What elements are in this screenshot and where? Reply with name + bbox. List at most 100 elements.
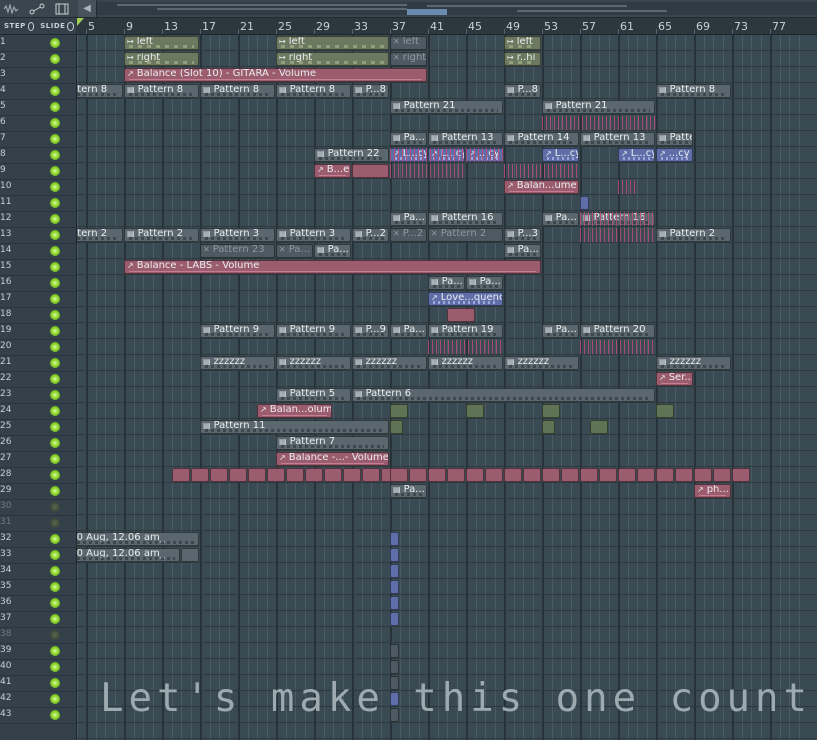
- playlist-clip[interactable]: ▤ P...2: [352, 228, 389, 242]
- playlist-clip[interactable]: ✕ Pattern 2: [428, 228, 503, 242]
- playlist-clip-small[interactable]: [713, 468, 731, 482]
- playlist-clip-small[interactable]: [656, 468, 674, 482]
- track-header[interactable]: 13: [0, 227, 76, 244]
- playlist-clip-small[interactable]: [171, 468, 190, 482]
- track-mute-led[interactable]: [50, 278, 60, 288]
- playlist-clip[interactable]: ▤ Pattern 3: [276, 228, 351, 242]
- playlist-clip[interactable]: ↗ ph...: [694, 484, 731, 498]
- playlist-clip[interactable]: ▤ Pattern 11: [200, 420, 389, 434]
- playlist-clip[interactable]: ▤Pattern 8: [200, 84, 275, 98]
- playlist-clip-small[interactable]: [390, 612, 399, 626]
- track-mute-led[interactable]: [50, 118, 60, 128]
- playlist-clip[interactable]: ↦ left: [276, 36, 389, 50]
- playlist-clip[interactable]: ▤ Pattern 21: [390, 100, 503, 114]
- playlist-clip[interactable]: ▤ P...8: [504, 84, 541, 98]
- playlist-clip-small[interactable]: [589, 420, 608, 434]
- playlist-clip-small[interactable]: [485, 468, 503, 482]
- playlist-clip-small[interactable]: [361, 468, 380, 482]
- track-mute-led[interactable]: [50, 262, 60, 272]
- playlist-clip[interactable]: ▤ Pa...: [542, 324, 579, 338]
- track-mute-led[interactable]: [50, 134, 60, 144]
- playlist-clip[interactable]: ▤Pattern 8: [656, 84, 731, 98]
- playlist-clip[interactable]: ▤ Pattern 5: [276, 388, 351, 402]
- track-mute-led[interactable]: [50, 86, 60, 96]
- playlist-clip[interactable]: ▤ Pattern 21: [542, 100, 655, 114]
- playlist-clip[interactable]: ✕1 30 Aug, 12.06 am_: [77, 548, 180, 562]
- playlist-clip[interactable]: ▤ Pa...: [504, 244, 541, 258]
- track-header[interactable]: 4: [0, 83, 76, 100]
- playlist-clip[interactable]: ▤Pattern 2: [77, 228, 123, 242]
- playlist-clip-small[interactable]: [390, 596, 399, 610]
- track-header[interactable]: 24: [0, 403, 76, 420]
- playlist-clip-small[interactable]: [542, 420, 556, 434]
- playlist-clip[interactable]: ▤ zzzzzz: [428, 356, 503, 370]
- track-header[interactable]: 7: [0, 131, 76, 148]
- playlist-clip[interactable]: ▤ zzzzzz: [504, 356, 579, 370]
- playlist-clip[interactable]: ▤ P...3: [504, 228, 541, 242]
- track-header[interactable]: 18: [0, 307, 76, 324]
- track-header[interactable]: 23: [0, 387, 76, 404]
- playlist-clip[interactable]: ▤ Pa...: [390, 484, 427, 498]
- track-mute-led[interactable]: [50, 166, 60, 176]
- track-header[interactable]: 41: [0, 675, 76, 692]
- playlist-clip-small[interactable]: [390, 580, 399, 594]
- overview-thumb[interactable]: [407, 9, 447, 15]
- playlist-clip[interactable]: ▤ Pattern 13: [428, 132, 503, 146]
- track-mute-led[interactable]: [50, 70, 60, 80]
- playlist-clip[interactable]: ↦ r..hi: [504, 52, 541, 66]
- playlist-clip[interactable]: ↗Love...quency: [428, 292, 503, 306]
- playlist-clip[interactable]: ↦ right: [124, 52, 199, 66]
- track-mute-led[interactable]: [50, 614, 60, 624]
- playlist-clip[interactable]: ↗ Balan...ume: [504, 180, 579, 194]
- track-header[interactable]: 27: [0, 451, 76, 468]
- track-header[interactable]: 30: [0, 499, 76, 516]
- track-mute-led[interactable]: [50, 502, 60, 512]
- playlist-clip[interactable]: ▤ zzzzzz: [352, 356, 427, 370]
- track-header[interactable]: 1: [0, 35, 76, 52]
- playlist-clip-small[interactable]: [675, 468, 693, 482]
- track-mute-led[interactable]: [50, 486, 60, 496]
- playlist-clip[interactable]: ▤Pattern 8: [276, 84, 351, 98]
- track-mute-led[interactable]: [50, 678, 60, 688]
- playlist-clip-small[interactable]: [542, 404, 560, 418]
- track-header[interactable]: 9: [0, 163, 76, 180]
- track-header[interactable]: 12: [0, 211, 76, 228]
- playlist-clip-small[interactable]: [542, 468, 560, 482]
- track-mute-led[interactable]: [50, 230, 60, 240]
- track-header[interactable]: 32: [0, 531, 76, 548]
- playlist-clip[interactable]: ↗ Balance - LABS - Volume: [124, 260, 541, 274]
- playlist-clip[interactable]: ▤Pattern 15: [656, 132, 693, 146]
- playlist-clip-small[interactable]: [523, 468, 541, 482]
- playlist-clip-small[interactable]: [181, 548, 199, 562]
- track-mute-led[interactable]: [50, 390, 60, 400]
- track-header[interactable]: 28: [0, 467, 76, 484]
- playlist-clip[interactable]: ▤Pattern 16: [428, 212, 503, 226]
- track-mute-led[interactable]: [50, 406, 60, 416]
- playlist-clip-small[interactable]: [247, 468, 266, 482]
- playlist-clip[interactable]: ↗L...cy: [618, 148, 655, 162]
- playlist-clip[interactable]: ▤Pattern 8: [77, 84, 123, 98]
- playlist-clip[interactable]: ↦ left: [124, 36, 199, 50]
- playlist-clip[interactable]: ▤Pattern 2: [124, 228, 199, 242]
- waveform-icon[interactable]: [0, 0, 22, 17]
- playlist-clip[interactable]: ↗ Balance -...- Volume: [276, 452, 389, 466]
- playlist-clip-small[interactable]: [409, 468, 427, 482]
- playlist-clip-small[interactable]: [228, 468, 247, 482]
- track-mute-led[interactable]: [50, 38, 60, 48]
- playlist-clip[interactable]: ✕ right: [390, 52, 427, 66]
- track-header[interactable]: 37: [0, 611, 76, 628]
- track-header[interactable]: 35: [0, 579, 76, 596]
- track-mute-led[interactable]: [50, 582, 60, 592]
- playlist-clip-small[interactable]: [428, 468, 446, 482]
- track-header[interactable]: 26: [0, 435, 76, 452]
- track-header[interactable]: 3: [0, 67, 76, 84]
- playlist-clip[interactable]: ▤ Pattern 7: [276, 436, 389, 450]
- track-header[interactable]: 16: [0, 275, 76, 292]
- playlist-clip-small[interactable]: [732, 468, 750, 482]
- track-mute-led[interactable]: [50, 182, 60, 192]
- playlist-clip-small[interactable]: [390, 532, 399, 546]
- playlist-clip-small[interactable]: [390, 420, 404, 434]
- track-mute-led[interactable]: [50, 518, 60, 528]
- playlist-clip-small[interactable]: [390, 468, 408, 482]
- track-mute-led[interactable]: [50, 294, 60, 304]
